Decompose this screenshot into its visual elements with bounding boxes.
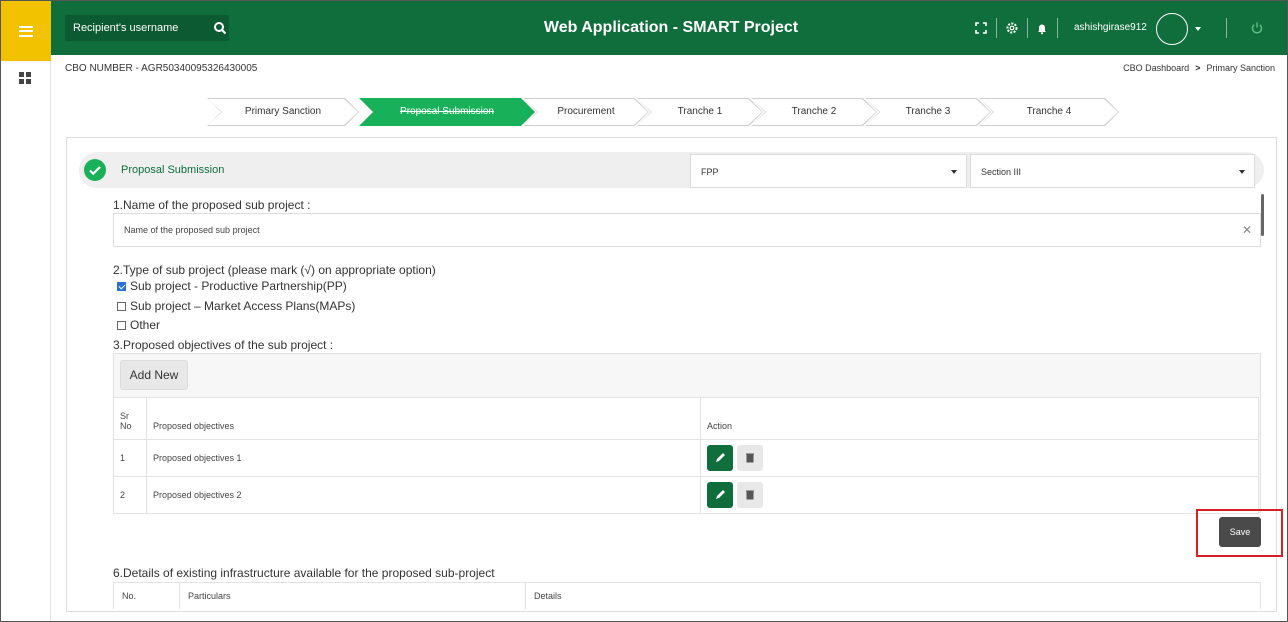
chevron-down-icon[interactable] bbox=[1195, 27, 1201, 31]
close-icon[interactable]: ✕ bbox=[1242, 214, 1252, 246]
cbo-number: CBO NUMBER - AGR50340095326430005 bbox=[65, 63, 258, 74]
q6-label: 6.Details of existing infrastructure ava… bbox=[113, 566, 495, 580]
section-select[interactable]: Section III bbox=[970, 154, 1255, 188]
search-input[interactable] bbox=[65, 15, 205, 41]
checkbox[interactable] bbox=[117, 320, 126, 330]
app-title: Web Application - SMART Project bbox=[543, 19, 799, 36]
step-primary-sanction[interactable]: Primary Sanction bbox=[208, 99, 358, 125]
col-action: Action bbox=[700, 397, 1259, 440]
scrollbar-thumb[interactable] bbox=[1261, 194, 1264, 236]
power-icon[interactable] bbox=[1250, 21, 1264, 35]
bell-icon[interactable] bbox=[1035, 21, 1049, 35]
header-divider bbox=[1226, 18, 1227, 38]
save-button[interactable]: Save bbox=[1219, 517, 1261, 547]
chevron-down-icon bbox=[951, 170, 957, 174]
step-tranche-2[interactable]: Tranche 2 bbox=[752, 99, 876, 125]
table-row: 2 Proposed objectives 2 bbox=[113, 476, 1259, 514]
option-pp-label: Sub project - Productive Partnership(PP) bbox=[130, 279, 347, 293]
cell-sr: 2 bbox=[113, 476, 147, 514]
delete-button[interactable] bbox=[737, 445, 763, 471]
col-sr-no: Sr No bbox=[113, 397, 147, 440]
cell-actions bbox=[700, 476, 1259, 514]
option-maps[interactable]: Sub project – Market Access Plans(MAPs) bbox=[117, 299, 355, 313]
fullscreen-icon[interactable] bbox=[974, 21, 988, 35]
table-header-row: Sr No Proposed objectives Action bbox=[113, 397, 1259, 440]
cell-sr: 1 bbox=[113, 439, 147, 477]
breadcrumb-dashboard[interactable]: CBO Dashboard bbox=[1123, 63, 1189, 73]
breadcrumb-separator: > bbox=[1195, 63, 1201, 73]
trash-icon bbox=[746, 453, 754, 463]
step-procurement[interactable]: Procurement bbox=[524, 99, 648, 125]
header-divider bbox=[996, 18, 997, 38]
search-box bbox=[65, 15, 229, 41]
chevron-down-icon bbox=[1239, 170, 1245, 174]
infrastructure-table: No. Particulars Details bbox=[113, 582, 1261, 609]
app-frame: Web Application - SMART Project ashishgi… bbox=[0, 0, 1288, 622]
gear-icon[interactable] bbox=[1005, 21, 1019, 35]
form-type-value: FPP bbox=[701, 167, 719, 177]
section-title: Proposal Submission bbox=[121, 164, 225, 176]
step-proposal-submission[interactable]: Proposal Submission bbox=[359, 98, 535, 126]
apps-grid-icon[interactable] bbox=[19, 72, 31, 84]
col-particulars: Particulars bbox=[179, 582, 526, 609]
q3-label: 3.Proposed objectives of the sub project… bbox=[113, 338, 334, 352]
checkbox[interactable] bbox=[117, 301, 126, 311]
header-divider bbox=[1057, 18, 1058, 38]
step-tranche-4[interactable]: Tranche 4 bbox=[980, 99, 1118, 125]
search-icon[interactable] bbox=[213, 21, 227, 35]
section-value: Section III bbox=[981, 167, 1022, 177]
q1-label: 1.Name of the proposed sub project : bbox=[113, 198, 311, 212]
cell-objective: Proposed objectives 1 bbox=[146, 439, 701, 477]
delete-button[interactable] bbox=[737, 482, 763, 508]
trash-icon bbox=[746, 490, 754, 500]
top-header: Web Application - SMART Project ashishgi… bbox=[51, 1, 1287, 55]
objectives-table: Sr No Proposed objectives Action 1 Propo… bbox=[113, 397, 1259, 514]
option-maps-label: Sub project – Market Access Plans(MAPs) bbox=[130, 299, 356, 313]
col-objectives: Proposed objectives bbox=[146, 397, 701, 440]
username[interactable]: ashishgirase912 bbox=[1074, 1, 1147, 55]
breadcrumb: CBO Dashboard > Primary Sanction bbox=[1123, 63, 1275, 73]
add-new-button[interactable]: Add New bbox=[120, 360, 188, 390]
pencil-icon bbox=[716, 490, 725, 499]
table-header-row: No. Particulars Details bbox=[113, 582, 1261, 609]
hamburger-icon bbox=[19, 25, 33, 37]
header-divider bbox=[1027, 18, 1028, 38]
checkbox-checked[interactable] bbox=[117, 281, 126, 291]
form-type-select[interactable]: FPP bbox=[690, 154, 967, 188]
step-tranche-3[interactable]: Tranche 3 bbox=[866, 99, 990, 125]
col-no: No. bbox=[113, 582, 180, 609]
edit-button[interactable] bbox=[707, 482, 733, 508]
q2-label: 2.Type of sub project (please mark (√) o… bbox=[113, 263, 436, 277]
step-tranche-1[interactable]: Tranche 1 bbox=[638, 99, 762, 125]
cell-objective: Proposed objectives 2 bbox=[146, 476, 701, 514]
option-other-label: Other bbox=[130, 318, 161, 332]
option-pp[interactable]: Sub project - Productive Partnership(PP) bbox=[117, 279, 347, 293]
left-rail bbox=[1, 1, 51, 621]
pencil-icon bbox=[716, 453, 725, 462]
subproject-name-placeholder: Name of the proposed sub project bbox=[124, 225, 260, 235]
breadcrumb-current: Primary Sanction bbox=[1206, 63, 1275, 73]
edit-button[interactable] bbox=[707, 445, 733, 471]
option-other[interactable]: Other bbox=[117, 318, 160, 332]
col-details: Details bbox=[525, 582, 1261, 609]
subproject-name-input[interactable]: Name of the proposed sub project ✕ bbox=[113, 213, 1261, 247]
check-circle-icon bbox=[84, 159, 106, 181]
menu-toggle[interactable] bbox=[1, 1, 51, 61]
table-row: 1 Proposed objectives 1 bbox=[113, 439, 1259, 477]
cell-actions bbox=[700, 439, 1259, 477]
avatar[interactable] bbox=[1156, 13, 1188, 45]
